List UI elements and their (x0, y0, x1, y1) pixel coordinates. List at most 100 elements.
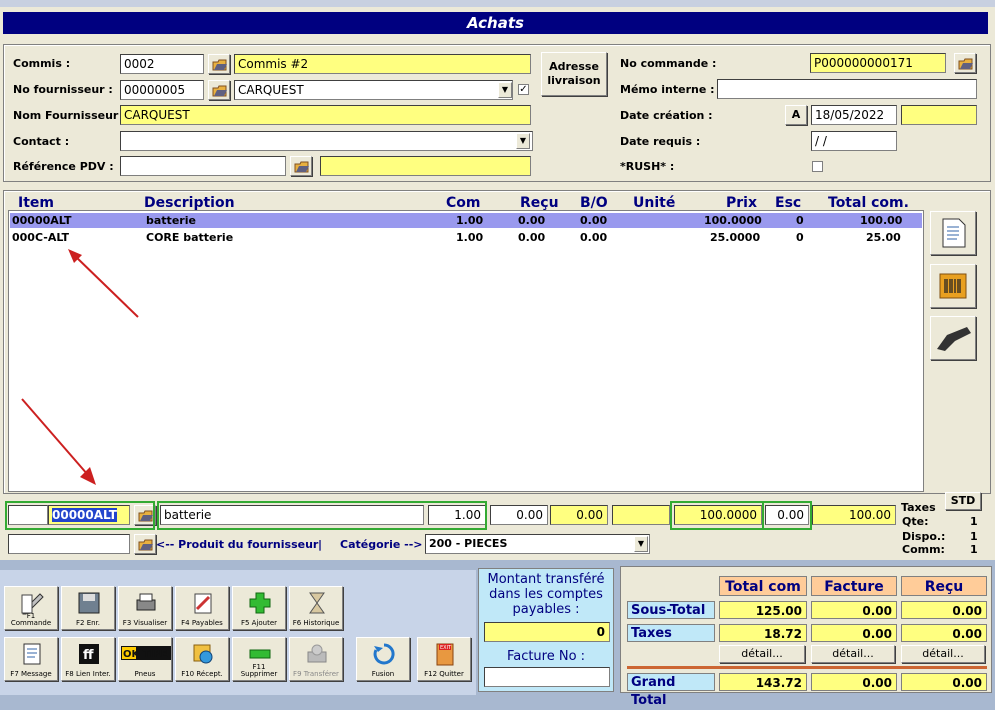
col-header-com[interactable]: Com (446, 195, 480, 211)
contact-select[interactable] (120, 131, 533, 151)
f8-lien-inter-button[interactable]: ff F8 Lien Inter. (61, 637, 115, 681)
table-row[interactable]: 000C-ALT CORE batterie 1.00 0.00 0.00 25… (10, 230, 922, 245)
button-label: F7 Message (10, 670, 52, 678)
chevron-down-icon[interactable]: ▼ (498, 82, 512, 98)
col-header-esc[interactable]: Esc (775, 195, 801, 211)
date-requis-field[interactable]: / / (811, 131, 897, 151)
facture-field[interactable] (484, 667, 610, 687)
date-a-button[interactable]: A (785, 105, 807, 125)
no-commande-lookup-button[interactable] (954, 53, 976, 73)
taxes-label: Taxes (901, 501, 936, 514)
col-header-total[interactable]: Total com. (828, 195, 909, 211)
pneus-button[interactable]: OK TIRE Pneus (118, 637, 172, 681)
cell-item: 00000ALT (12, 214, 72, 227)
button-label: F3 Visualiser (122, 619, 168, 627)
divider (627, 666, 987, 669)
detail-button[interactable]: détail... (901, 645, 985, 663)
col-header-item[interactable]: Item (18, 195, 54, 211)
f6-historique-button[interactable]: F6 Historique (289, 586, 343, 630)
detail-button[interactable]: détail... (811, 645, 895, 663)
fournisseur-code-field[interactable]: 00000005 (120, 80, 204, 100)
folder-icon (212, 59, 227, 71)
cell-desc: CORE batterie (146, 231, 234, 244)
f5-ajouter-button[interactable]: F5 Ajouter (232, 586, 286, 630)
grand-total-facture: 0.00 (811, 673, 897, 691)
adresse-livraison-button[interactable]: Adresse livraison (541, 52, 607, 96)
highlight-outline (762, 501, 812, 530)
produit-label: <-- Produit du fournisseur (156, 538, 319, 551)
f7-message-button[interactable]: F7 Message (4, 637, 58, 681)
f3-visualiser-button[interactable]: F3 Visualiser (118, 586, 172, 630)
button-label: Pneus (134, 670, 156, 678)
commis-code-field[interactable]: 0002 (120, 54, 204, 74)
chevron-down-icon[interactable]: ▼ (516, 133, 530, 149)
f4-payables-button[interactable]: F4 Payables (175, 586, 229, 630)
highlight-outline (5, 501, 155, 530)
fournisseur-lookup-button[interactable] (208, 80, 230, 100)
cell-com: 1.00 (456, 214, 484, 227)
button-label: Fusion (371, 670, 395, 678)
date-creation-field[interactable]: 18/05/2022 (811, 105, 897, 125)
floppy-icon (78, 592, 100, 614)
produit-fournisseur-field[interactable] (8, 534, 130, 554)
grand-total-value: 143.72 (719, 673, 807, 691)
refresh-icon (373, 643, 395, 665)
button-label: F2 Enr. (75, 619, 101, 627)
exit-sign-text: EXIT (440, 645, 452, 651)
barcode-button[interactable] (930, 264, 976, 308)
fusion-button[interactable]: Fusion (356, 637, 410, 681)
comm-label: Comm: (902, 543, 945, 556)
document-button[interactable] (930, 211, 976, 255)
gear-icon (193, 644, 213, 664)
col-header-unite[interactable]: Unité (633, 195, 675, 211)
col-header-description[interactable]: Description (144, 195, 235, 211)
ref-pdv-field[interactable] (120, 156, 286, 176)
ref-pdv-label: Référence PDV : (13, 160, 114, 173)
fournisseur-checkbox[interactable]: ✓ (518, 84, 529, 95)
nom-fournisseur-label: Nom Fournisseur : (13, 109, 127, 122)
button-label: F8 Lien Inter. (65, 670, 111, 678)
chevron-down-icon[interactable]: ▼ (634, 536, 648, 552)
button-label: Supprimer (240, 670, 278, 678)
transfer-icon (307, 644, 327, 663)
detail-button[interactable]: détail... (719, 645, 805, 663)
f11-supprimer-button[interactable]: F11 Supprimer (232, 637, 286, 681)
memo-field[interactable] (717, 79, 977, 99)
button-label: F6 Historique (292, 619, 340, 627)
folder-icon (138, 539, 153, 551)
f9-transferer-button[interactable]: F9 Transférer (289, 637, 343, 681)
button-label: F12 Quitter (424, 670, 464, 678)
folder-icon (212, 85, 227, 97)
no-commande-label: No commande : (620, 57, 717, 70)
grand-total-label: Grand Total (627, 673, 715, 708)
cell-bo: 0.00 (580, 214, 608, 227)
rush-checkbox[interactable] (812, 161, 823, 172)
scanner-button[interactable] (930, 316, 976, 360)
rush-label: *RUSH* : (620, 160, 675, 173)
printer-icon (136, 593, 156, 611)
sous-total-recu: 0.00 (901, 601, 987, 619)
table-row[interactable]: 00000ALT batterie 1.00 0.00 0.00 100.000… (10, 213, 922, 228)
col-header-bo[interactable]: B/O (580, 195, 608, 211)
edit-recu-field[interactable]: 0.00 (490, 505, 548, 525)
f1-commande-button[interactable]: F1 Commande (4, 586, 58, 630)
exit-door-icon: EXIT (436, 643, 454, 666)
std-button[interactable]: STD (945, 492, 981, 510)
annotation-arrow (21, 398, 96, 485)
totals-header: Reçu (901, 576, 987, 596)
scanner-icon (937, 327, 971, 351)
dispo-value: 1 (970, 530, 978, 543)
ref-pdv-lookup-button[interactable] (290, 156, 312, 176)
col-header-prix[interactable]: Prix (726, 195, 757, 211)
f12-quitter-button[interactable]: EXIT F12 Quitter (417, 637, 471, 681)
cell-com: 1.00 (456, 231, 484, 244)
categorie-select[interactable]: 200 - PIECES (425, 534, 650, 554)
commis-lookup-button[interactable] (208, 54, 230, 74)
svg-text:ff: ff (83, 648, 94, 663)
fournisseur-select[interactable]: CARQUEST (234, 80, 513, 100)
col-header-recu[interactable]: Reçu (520, 195, 559, 211)
oktire-logo-icon: OK TIRE (121, 646, 171, 660)
f2-enregistrer-button[interactable]: F2 Enr. (61, 586, 115, 630)
f10-reception-button[interactable]: F10 Récept. (175, 637, 229, 681)
produit-lookup-button[interactable] (134, 534, 156, 554)
